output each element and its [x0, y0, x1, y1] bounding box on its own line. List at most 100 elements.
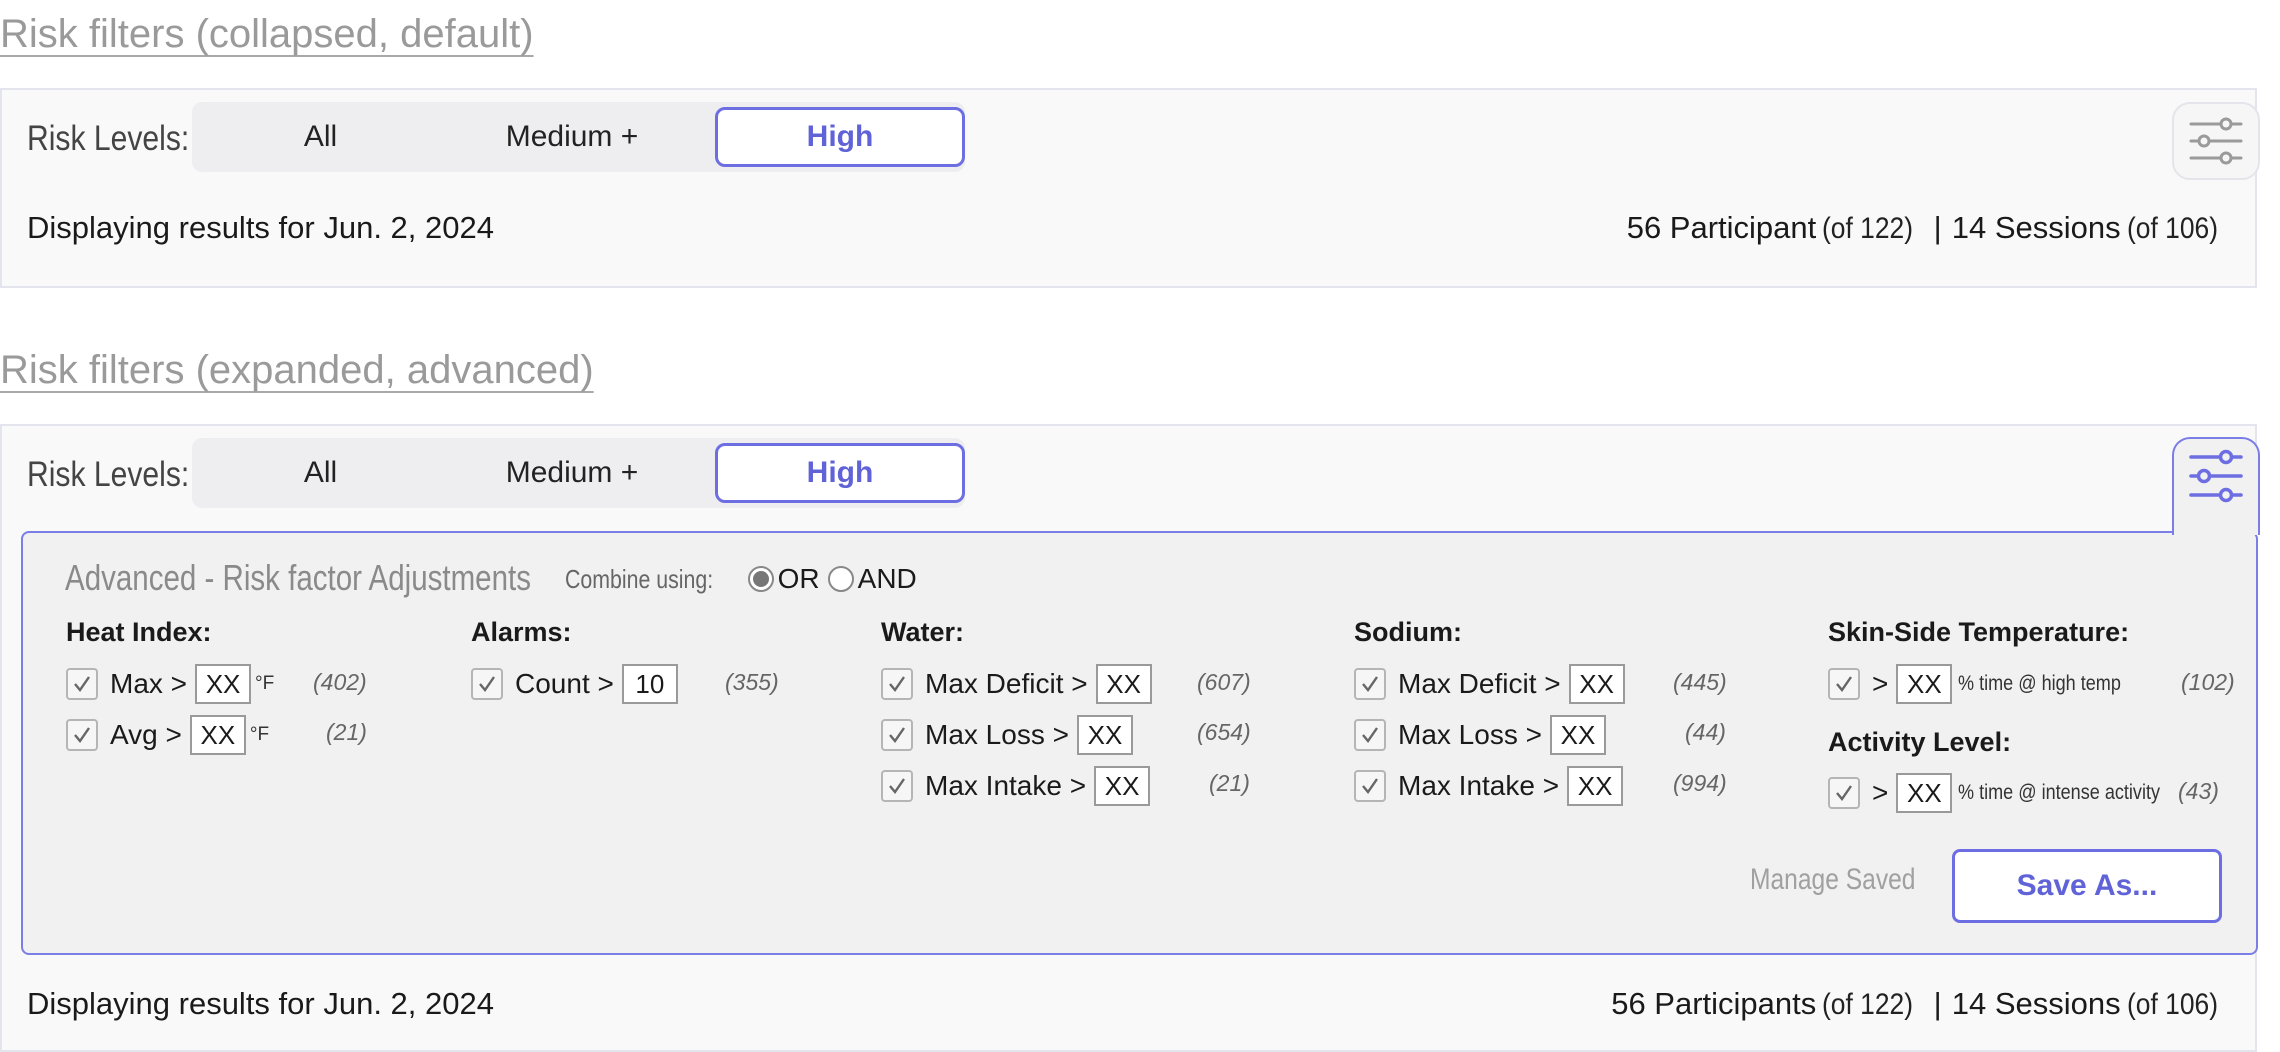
combine-and-label: AND — [857, 563, 917, 594]
heat-index-avg-checkbox[interactable] — [66, 719, 98, 751]
water-max-deficit-count: (607) — [1197, 669, 1251, 695]
tab-join-mask — [2174, 527, 2258, 535]
sessions-total: (of 106) — [2126, 212, 2218, 245]
sodium-max-intake-checkbox[interactable] — [1354, 770, 1386, 802]
sodium-max-loss-count: (44) — [1685, 719, 1726, 745]
activity-level-label: > — [1872, 777, 1889, 808]
collapsed-filter-panel: Risk Levels: All Medium + High Displayin… — [0, 88, 2260, 288]
filter-toggle-button[interactable] — [2172, 102, 2260, 180]
sodium-max-deficit-count: (445) — [1673, 669, 1727, 695]
heat-index-max-checkbox[interactable] — [66, 668, 98, 700]
activity-level-input[interactable]: XX — [1896, 773, 1953, 813]
water-max-intake-input[interactable]: XX — [1094, 766, 1151, 806]
risk-level-segmented-control: All Medium + High — [192, 438, 965, 508]
skin-temp-row: > XX % time @ high temp — [1828, 664, 2148, 704]
check-icon — [74, 676, 90, 692]
risk-level-medium-plus-option[interactable]: Medium + — [452, 107, 692, 167]
advanced-adjustments-panel: Advanced - Risk factor Adjustments Combi… — [21, 531, 2258, 955]
combine-or-radio[interactable] — [747, 566, 774, 592]
filter-toggle-button-active[interactable] — [2172, 437, 2260, 535]
check-icon — [1836, 785, 1852, 801]
sodium-title: Sodium: — [1354, 617, 1462, 647]
check-icon — [889, 676, 905, 692]
participants-total: (of 122) — [1822, 212, 1914, 245]
sessions-total: (of 106) — [2126, 988, 2218, 1021]
sodium-max-loss-checkbox[interactable] — [1354, 719, 1386, 751]
participants-count: 56 Participant — [1626, 210, 1817, 245]
sliders-icon — [2189, 449, 2243, 503]
participants-count: 56 Participants — [1611, 986, 1817, 1021]
check-icon — [889, 727, 905, 743]
water-max-loss-checkbox[interactable] — [881, 719, 913, 751]
sodium-max-loss-input[interactable]: XX — [1549, 715, 1606, 755]
water-max-loss-label: Max Loss > — [925, 719, 1069, 750]
risk-level-high-option[interactable]: High — [715, 107, 965, 167]
heat-index-avg-label: Avg > — [110, 719, 182, 750]
skin-temp-checkbox[interactable] — [1828, 668, 1860, 700]
sodium-max-intake-input[interactable]: XX — [1567, 766, 1624, 806]
displaying-results-text: Displaying results for Jun. 2, 2024 — [27, 210, 494, 245]
heat-index-avg-unit: °F — [249, 724, 270, 745]
heat-index-max-label: Max > — [110, 668, 188, 699]
heat-index-avg-row: Avg > XX °F — [66, 715, 269, 755]
water-max-loss-input[interactable]: XX — [1076, 715, 1133, 755]
combine-and-radio[interactable] — [827, 566, 854, 592]
sodium-max-deficit-label: Max Deficit > — [1398, 668, 1561, 699]
sessions-count: 14 Sessions — [1951, 210, 2121, 245]
water-max-intake-checkbox[interactable] — [881, 770, 913, 802]
counts-separator: | — [1933, 986, 1942, 1021]
result-counts: 56 Participant (of 122) | 14 Sessions (o… — [1627, 210, 2230, 246]
heat-index-avg-count: (21) — [326, 719, 367, 745]
skin-temp-title: Skin-Side Temperature: — [1828, 617, 2130, 647]
check-icon — [1362, 778, 1378, 794]
skin-temp-label: > — [1872, 668, 1889, 699]
check-icon — [74, 727, 90, 743]
result-counts: 56 Participants (of 122) | 14 Sessions (… — [1611, 986, 2230, 1022]
water-max-intake-row: Max Intake > XX — [881, 766, 1151, 806]
alarms-count-input[interactable]: 10 — [621, 664, 678, 704]
check-icon — [479, 676, 495, 692]
skin-temp-count: (102) — [2181, 669, 2235, 695]
sessions-count: 14 Sessions — [1951, 986, 2121, 1021]
save-as-button[interactable]: Save As... — [1952, 849, 2222, 923]
alarms-count-label: Count > — [515, 668, 614, 699]
heat-index-max-input[interactable]: XX — [195, 664, 252, 704]
check-icon — [889, 778, 905, 794]
sodium-max-deficit-row: Max Deficit > XX — [1354, 664, 1625, 704]
alarms-count-checkbox[interactable] — [471, 668, 503, 700]
combine-using-group: Combine using: OR AND — [565, 563, 917, 595]
skin-temp-suffix: % time @ high temp — [1958, 672, 2122, 695]
participants-total: (of 122) — [1822, 988, 1914, 1021]
collapsed-section-title: Risk filters (collapsed, default) — [0, 12, 534, 56]
activity-level-suffix: % time @ intense activity — [1958, 781, 2161, 804]
water-max-deficit-input[interactable]: XX — [1095, 664, 1152, 704]
sodium-max-deficit-checkbox[interactable] — [1354, 668, 1386, 700]
skin-temp-input[interactable]: XX — [1896, 664, 1953, 704]
risk-level-medium-plus-option[interactable]: Medium + — [452, 443, 692, 503]
heat-index-avg-input[interactable]: XX — [189, 715, 246, 755]
water-max-intake-label: Max Intake > — [925, 770, 1087, 801]
displaying-results-text: Displaying results for Jun. 2, 2024 — [27, 986, 494, 1021]
alarms-title: Alarms: — [471, 617, 572, 647]
risk-level-all-option[interactable]: All — [192, 443, 449, 503]
alarms-count-row: Count > 10 — [471, 664, 678, 704]
activity-level-title: Activity Level: — [1828, 727, 2012, 757]
water-max-intake-count: (21) — [1209, 770, 1250, 796]
sodium-max-deficit-input[interactable]: XX — [1568, 664, 1625, 704]
water-title: Water: — [881, 617, 965, 647]
check-icon — [1362, 727, 1378, 743]
activity-level-row: > XX % time @ intense activity — [1828, 773, 2193, 813]
risk-level-segmented-control: All Medium + High — [192, 102, 965, 172]
water-max-loss-count: (654) — [1197, 719, 1251, 745]
combine-or-label: OR — [777, 563, 820, 594]
water-max-deficit-checkbox[interactable] — [881, 668, 913, 700]
risk-level-all-option[interactable]: All — [192, 107, 449, 167]
water-max-deficit-label: Max Deficit > — [925, 668, 1088, 699]
heat-index-max-row: Max > XX °F — [66, 664, 274, 704]
sodium-max-intake-row: Max Intake > XX — [1354, 766, 1624, 806]
risk-level-high-option[interactable]: High — [715, 443, 965, 503]
manage-saved-link[interactable]: Manage Saved — [1750, 863, 1915, 897]
alarms-count-count: (355) — [725, 669, 779, 695]
activity-level-checkbox[interactable] — [1828, 777, 1860, 809]
sliders-icon — [2189, 117, 2243, 165]
